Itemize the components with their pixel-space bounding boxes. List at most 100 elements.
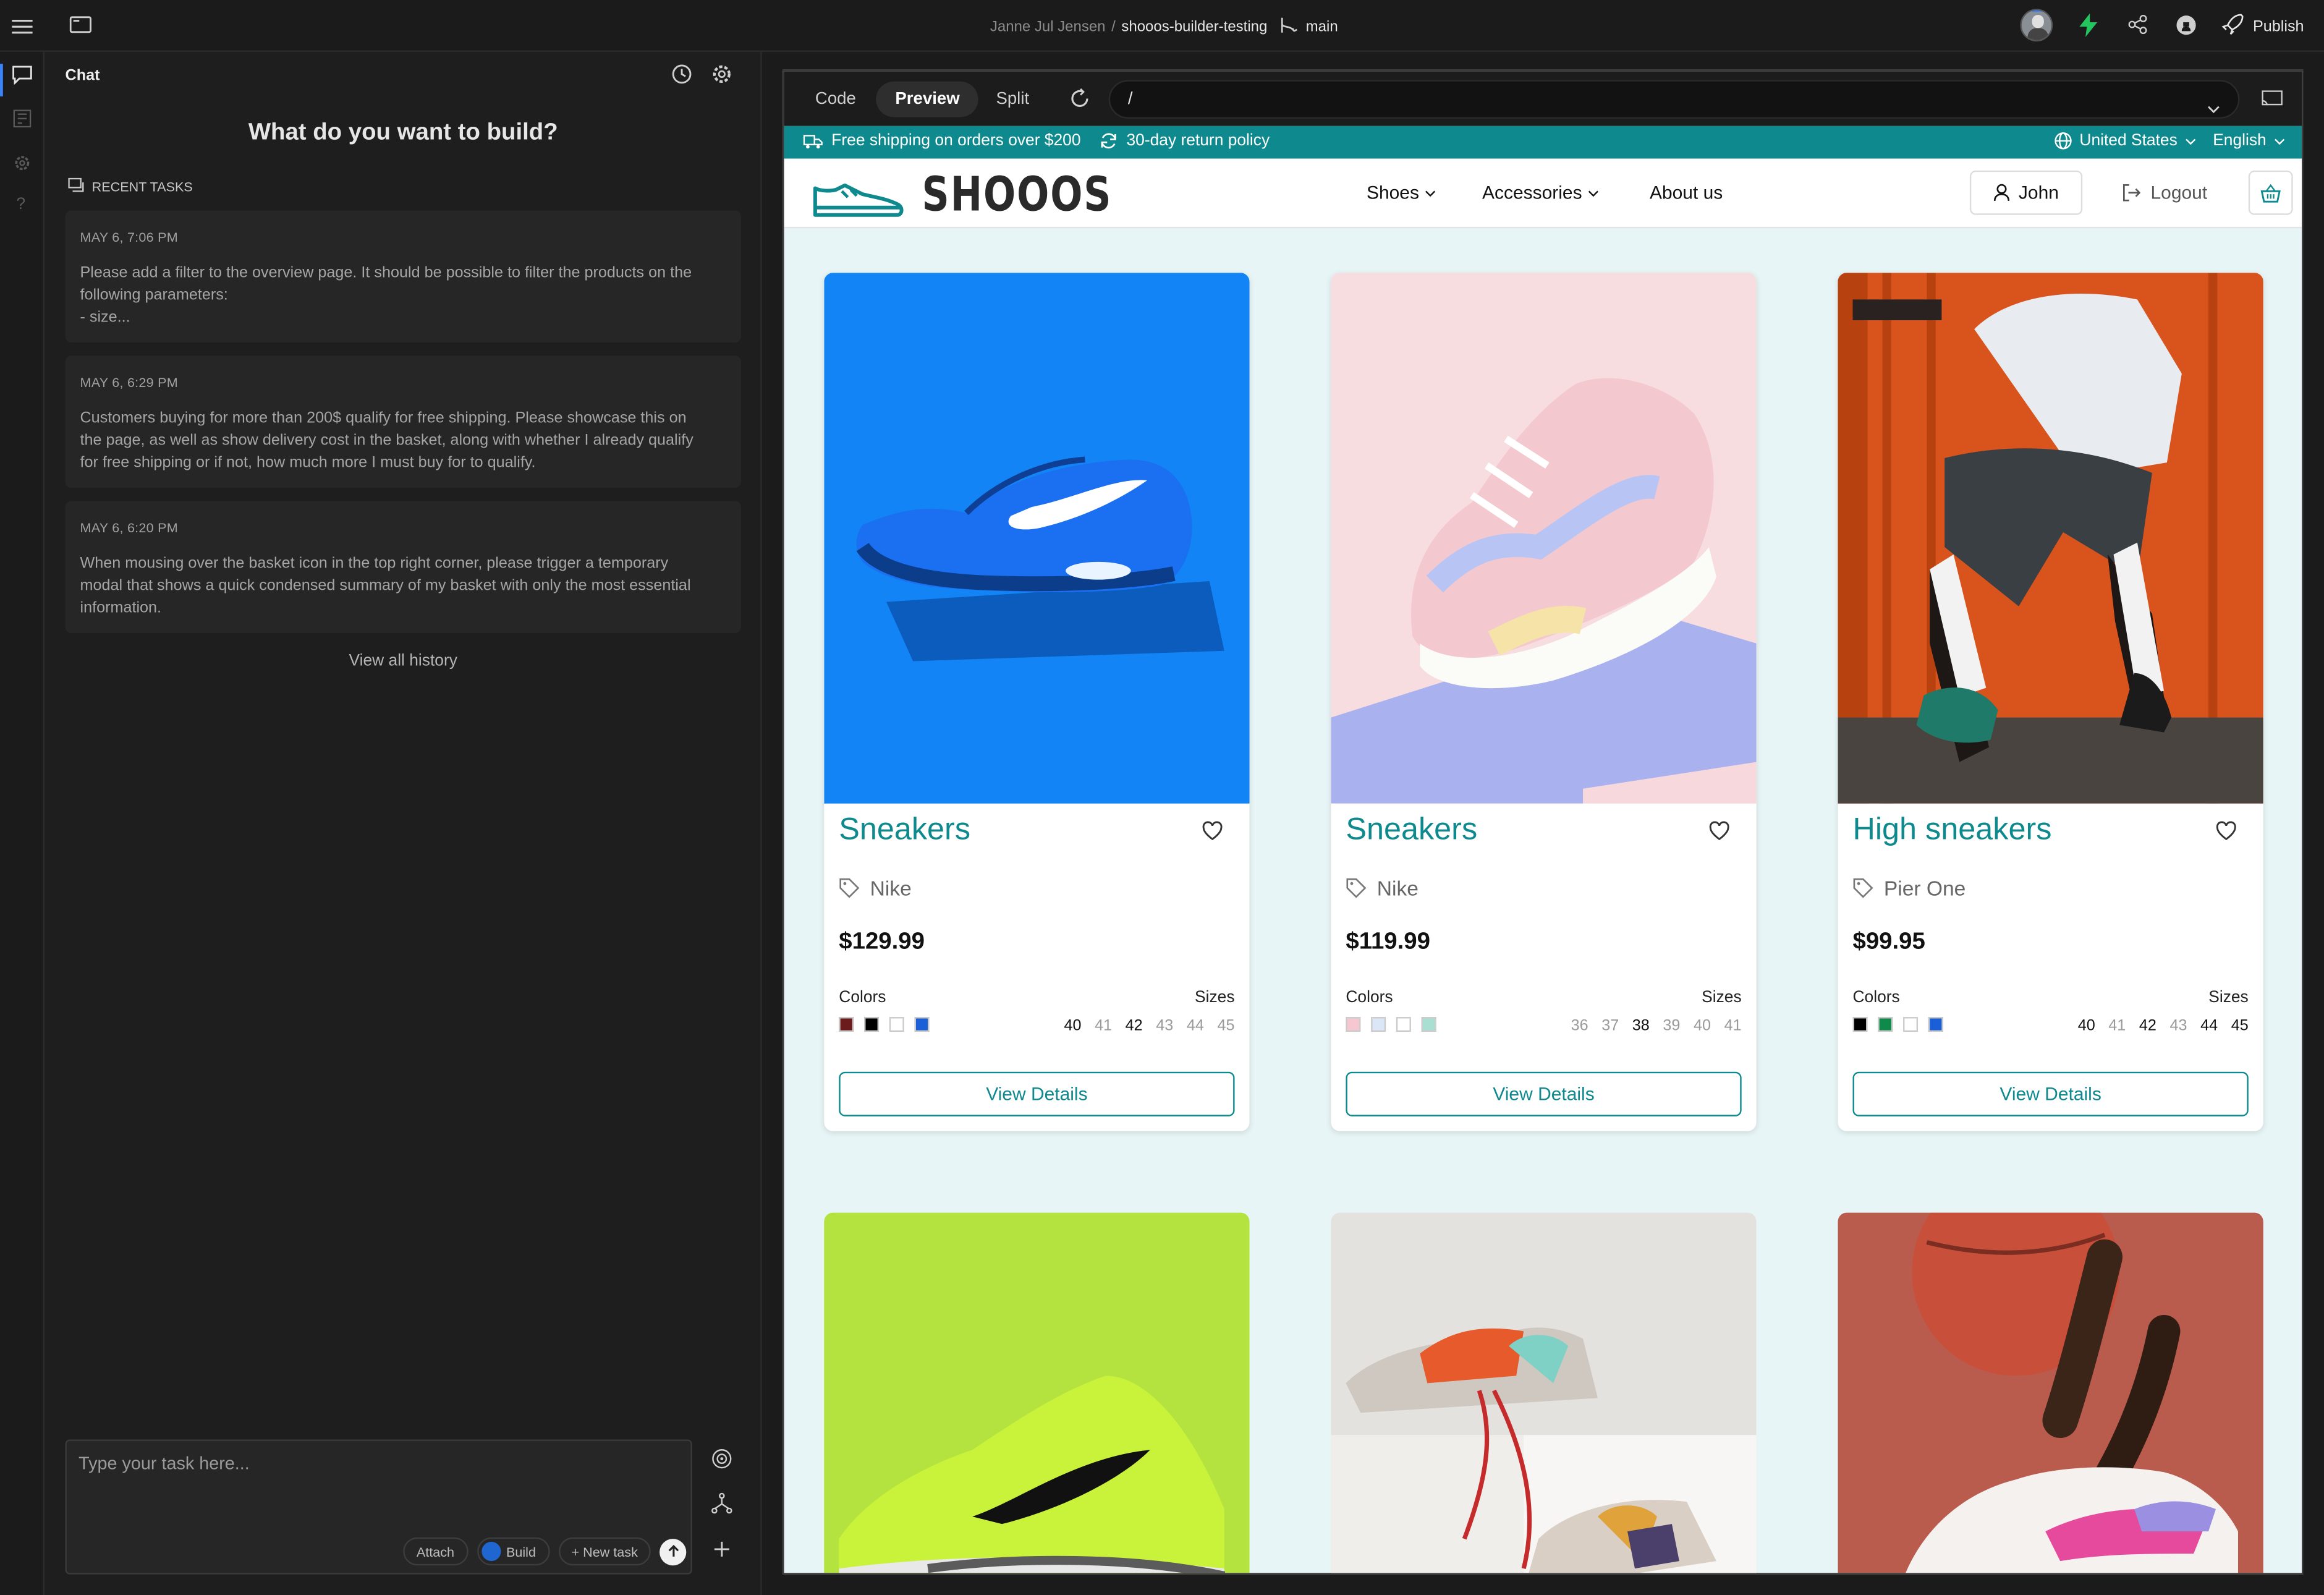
product-image[interactable] xyxy=(824,1212,1250,1573)
task-input[interactable]: Type your task here... Attach Build + Ne… xyxy=(65,1439,692,1575)
size-option[interactable]: 40 xyxy=(1064,1017,1081,1035)
size-option[interactable]: 44 xyxy=(1187,1017,1204,1035)
product-image[interactable] xyxy=(1331,273,1757,804)
settings-icon[interactable] xyxy=(14,153,32,179)
share-icon[interactable] xyxy=(2128,14,2148,41)
color-swatch[interactable] xyxy=(1346,1017,1361,1032)
sidebar-toggle-icon[interactable] xyxy=(69,15,92,41)
branch-icon xyxy=(1279,16,1300,38)
size-option[interactable]: 40 xyxy=(2078,1017,2095,1035)
publish-button[interactable]: Publish xyxy=(2221,14,2304,40)
task-card[interactable]: MAY 6, 6:29 PM Customers buying for more… xyxy=(65,355,742,488)
history-icon[interactable] xyxy=(671,64,692,92)
product-image[interactable] xyxy=(824,273,1250,804)
product-card[interactable]: Sneakers Nike $129.99 Colors Sizes 40 41 4… xyxy=(824,273,1250,1131)
product-image[interactable] xyxy=(1838,273,2263,804)
new-task-button[interactable]: + New task xyxy=(558,1537,651,1566)
size-option[interactable]: 37 xyxy=(1601,1017,1619,1035)
heart-icon[interactable] xyxy=(1202,821,1223,848)
product-image[interactable] xyxy=(1838,1212,2263,1573)
shop-navbar: SHOOOS Shoes Accessories About us John L… xyxy=(784,158,2302,229)
branch-name[interactable]: main xyxy=(1306,19,1338,35)
color-swatch[interactable] xyxy=(839,1017,854,1032)
country-selector[interactable]: United States xyxy=(2055,132,2197,150)
language-selector[interactable]: English xyxy=(2213,132,2286,150)
url-bar[interactable]: / xyxy=(1108,80,2240,121)
tab-preview[interactable]: Preview xyxy=(876,81,979,117)
view-all-history-link[interactable]: View all history xyxy=(45,652,762,670)
branch-tree-icon[interactable] xyxy=(711,1492,732,1521)
color-swatch[interactable] xyxy=(1928,1017,1943,1032)
size-option[interactable]: 42 xyxy=(2139,1017,2156,1035)
product-image[interactable] xyxy=(1331,1212,1757,1573)
avatar[interactable] xyxy=(2020,9,2053,42)
attach-button[interactable]: Attach xyxy=(403,1537,468,1566)
size-option[interactable]: 45 xyxy=(2231,1017,2249,1035)
task-card[interactable]: MAY 6, 6:20 PM When mousing over the bas… xyxy=(65,501,742,633)
color-swatch[interactable] xyxy=(1371,1017,1386,1032)
size-option[interactable]: 41 xyxy=(1724,1017,1742,1035)
product-card[interactable]: Sneakers Nike $119.99 Colors Sizes 36 37 3… xyxy=(1331,273,1757,1131)
color-swatch[interactable] xyxy=(864,1017,880,1032)
user-icon xyxy=(1993,184,2009,202)
basket-button[interactable] xyxy=(2248,170,2293,215)
view-details-button[interactable]: View Details xyxy=(1346,1071,1742,1116)
view-details-button[interactable]: View Details xyxy=(1852,1071,2249,1116)
product-card[interactable]: High sneakers Pier One $99.95 Colors Siz… xyxy=(1838,273,2263,1131)
nav-accessories[interactable]: Accessories xyxy=(1482,182,1600,203)
color-swatch[interactable] xyxy=(1852,1017,1868,1032)
layout-icon[interactable] xyxy=(13,108,32,135)
chevron-down-icon[interactable] xyxy=(2207,95,2221,121)
tab-code[interactable]: Code xyxy=(802,82,869,117)
refresh-icon[interactable] xyxy=(1069,87,1091,117)
help-icon[interactable]: ? xyxy=(16,196,25,214)
nav-shoes[interactable]: Shoes xyxy=(1367,182,1437,203)
nav-about-us[interactable]: About us xyxy=(1650,182,1723,203)
size-option[interactable]: 39 xyxy=(1663,1017,1680,1035)
product-name[interactable]: High sneakers xyxy=(1853,812,2052,848)
breadcrumb-user[interactable]: Janne Jul Jensen xyxy=(990,19,1106,35)
cast-icon[interactable] xyxy=(2262,89,2283,116)
color-swatch[interactable] xyxy=(1903,1017,1919,1032)
task-card[interactable]: MAY 6, 7:06 PM Please add a filter to th… xyxy=(65,210,742,342)
size-option[interactable]: 40 xyxy=(1694,1017,1711,1035)
color-swatch[interactable] xyxy=(889,1017,904,1032)
size-option[interactable]: 42 xyxy=(1126,1017,1143,1035)
build-button[interactable]: Build xyxy=(476,1537,549,1566)
product-name[interactable]: Sneakers xyxy=(839,812,970,848)
task-text-line: the page, as well as show delivery cost … xyxy=(80,431,693,449)
size-option[interactable]: 45 xyxy=(1218,1017,1235,1035)
tab-split[interactable]: Split xyxy=(983,82,1043,117)
colors-label: Colors xyxy=(839,989,886,1007)
menu-icon[interactable] xyxy=(12,16,33,43)
size-option[interactable]: 44 xyxy=(2200,1017,2218,1035)
color-swatch[interactable] xyxy=(1396,1017,1411,1032)
size-option[interactable]: 36 xyxy=(1571,1017,1588,1035)
lightning-icon[interactable] xyxy=(2078,13,2099,45)
size-option[interactable]: 41 xyxy=(1095,1017,1112,1035)
send-button[interactable] xyxy=(659,1538,687,1565)
tasks-icon xyxy=(68,177,84,196)
gear-icon[interactable] xyxy=(711,64,732,92)
color-swatch[interactable] xyxy=(1878,1017,1893,1032)
breadcrumb-project[interactable]: shooos-builder-testing xyxy=(1121,19,1267,35)
shop-logo[interactable]: SHOOOS xyxy=(812,166,1160,223)
size-option[interactable]: 38 xyxy=(1632,1017,1650,1035)
heart-icon[interactable] xyxy=(2216,821,2237,848)
color-swatch[interactable] xyxy=(1421,1017,1436,1032)
view-details-button[interactable]: View Details xyxy=(839,1071,1235,1116)
logout-button[interactable]: Logout xyxy=(2123,182,2207,203)
size-option[interactable]: 41 xyxy=(2108,1017,2126,1035)
task-text-line: Please add a filter to the overview page… xyxy=(80,263,692,282)
github-icon[interactable] xyxy=(2176,15,2197,43)
product-name[interactable]: Sneakers xyxy=(1346,812,1477,848)
color-swatch[interactable] xyxy=(914,1017,930,1032)
target-icon[interactable] xyxy=(711,1448,732,1477)
plus-icon[interactable] xyxy=(713,1539,731,1565)
size-option[interactable]: 43 xyxy=(1156,1017,1173,1035)
user-button[interactable]: John xyxy=(1969,170,2083,215)
heart-icon[interactable] xyxy=(1709,821,1730,848)
build-mode-icon xyxy=(481,1541,501,1562)
chat-icon[interactable] xyxy=(12,66,33,92)
size-option[interactable]: 43 xyxy=(2170,1017,2187,1035)
